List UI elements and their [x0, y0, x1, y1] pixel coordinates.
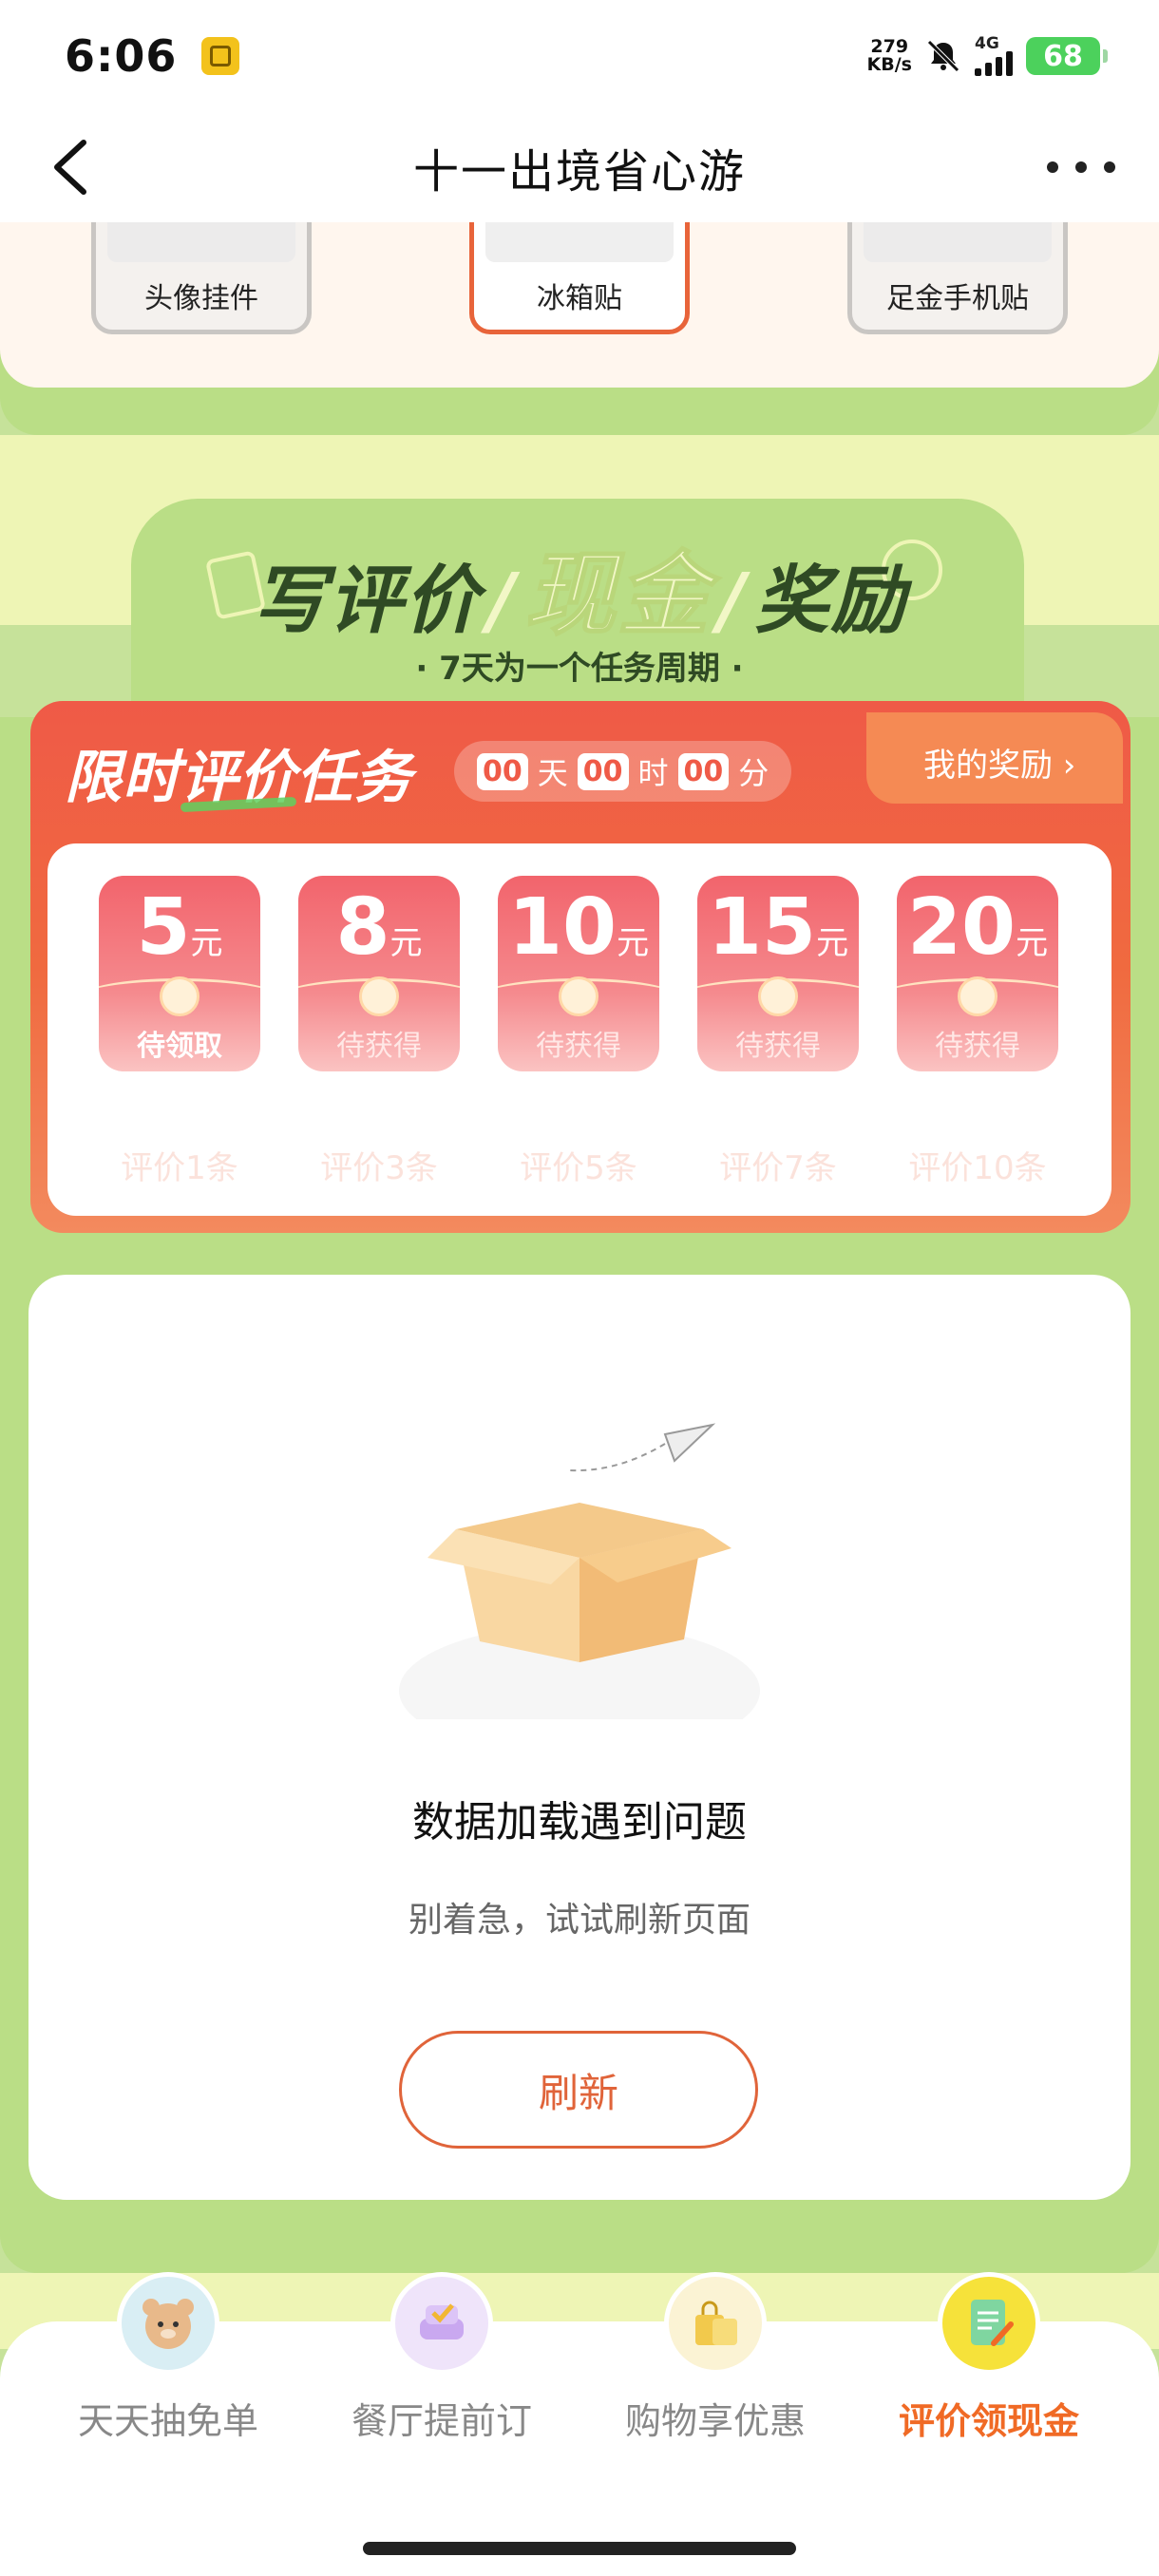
bear-icon [117, 2272, 219, 2375]
tab-daily-draw[interactable]: 天天抽免单 [30, 2272, 306, 2444]
app-notification-icon [201, 37, 240, 75]
reward-status: 待获得 [735, 1030, 821, 1063]
reward-requirement: 评价5条 [520, 1149, 637, 1187]
home-indicator[interactable] [363, 2542, 796, 2555]
prize-card-avatar-pendant[interactable]: 头像挂件 [91, 222, 312, 334]
tab-shopping-deals[interactable]: 购物享优惠 [578, 2272, 853, 2444]
paw-seal-icon [758, 976, 798, 1016]
countdown-days: 00 [477, 752, 528, 790]
section-title: 写评价/现金 / 奖励 [252, 540, 907, 649]
tab-label: 购物享优惠 [624, 2400, 806, 2442]
paw-seal-icon [958, 976, 998, 1016]
red-packet-5[interactable]: 5元 待领取 [99, 876, 260, 1071]
prize-image [485, 222, 674, 262]
battery-icon: 68 [1026, 37, 1108, 75]
status-bar: 6:06 279 KB/s 4G 68 [0, 0, 1159, 112]
more-options-icon[interactable] [1047, 144, 1115, 190]
reward-status: 待获得 [935, 1030, 1020, 1063]
prize-card-fridge-magnet[interactable]: 冰箱贴 [469, 222, 690, 334]
countdown-hours: 00 [577, 752, 629, 790]
task-title: 限时评价任务 [65, 745, 412, 811]
my-reward-link[interactable]: 我的奖励 › [923, 739, 1075, 786]
red-packet-20[interactable]: 20元 待获得 [897, 876, 1058, 1071]
reward-requirement: 评价7条 [719, 1149, 837, 1187]
signal-icon [975, 51, 1013, 76]
red-packet-8[interactable]: 8元 待获得 [298, 876, 460, 1071]
prize-image [864, 222, 1052, 262]
sofa-icon [390, 2272, 493, 2375]
prize-card-gold-phone-sticker[interactable]: 足金手机贴 [847, 222, 1068, 334]
shopping-bag-icon [664, 2272, 767, 2375]
reward-requirement: 评价10条 [908, 1149, 1047, 1187]
countdown-minutes: 00 [677, 752, 730, 790]
countdown-timer: 00 天 00 时 00 分 [454, 741, 792, 802]
red-packet-15[interactable]: 15元 待获得 [697, 876, 859, 1071]
page-title: 十一出境省心游 [412, 145, 746, 199]
reward-status: 待领取 [137, 1030, 222, 1063]
paw-seal-icon [160, 976, 200, 1016]
error-title: 数据加载遇到问题 [412, 1798, 747, 1847]
status-time: 6:06 [65, 30, 178, 82]
refresh-button[interactable]: 刷新 [399, 2031, 758, 2149]
mute-bell-icon [927, 40, 960, 72]
error-subtitle: 别着急，试试刷新页面 [408, 1901, 750, 1940]
paw-seal-icon [559, 976, 598, 1016]
tab-review-cash[interactable]: 评价领现金 [851, 2272, 1127, 2444]
tab-restaurant-booking[interactable]: 餐厅提前订 [304, 2272, 580, 2444]
red-packet-10[interactable]: 10元 待获得 [498, 876, 659, 1071]
reward-status: 待获得 [336, 1030, 422, 1063]
section-subtitle: · 7天为一个任务周期 · [415, 650, 744, 688]
tab-label: 评价领现金 [898, 2400, 1079, 2442]
reward-requirement: 评价1条 [121, 1149, 238, 1187]
reward-status: 待获得 [536, 1030, 621, 1063]
reward-requirement: 评价3条 [320, 1149, 438, 1187]
battery-level: 68 [1043, 39, 1083, 73]
notepad-icon [938, 2272, 1040, 2375]
prize-image [107, 222, 295, 262]
back-arrow-icon[interactable] [44, 137, 101, 198]
tab-label: 天天抽免单 [77, 2400, 258, 2442]
network-type: 4G [975, 34, 999, 53]
network-speed: 279 KB/s [866, 36, 912, 75]
paw-seal-icon [359, 976, 399, 1016]
tab-label: 餐厅提前订 [351, 2400, 532, 2442]
empty-box-illustration [399, 1423, 760, 1719]
nav-bar: 十一出境省心游 [0, 112, 1159, 222]
